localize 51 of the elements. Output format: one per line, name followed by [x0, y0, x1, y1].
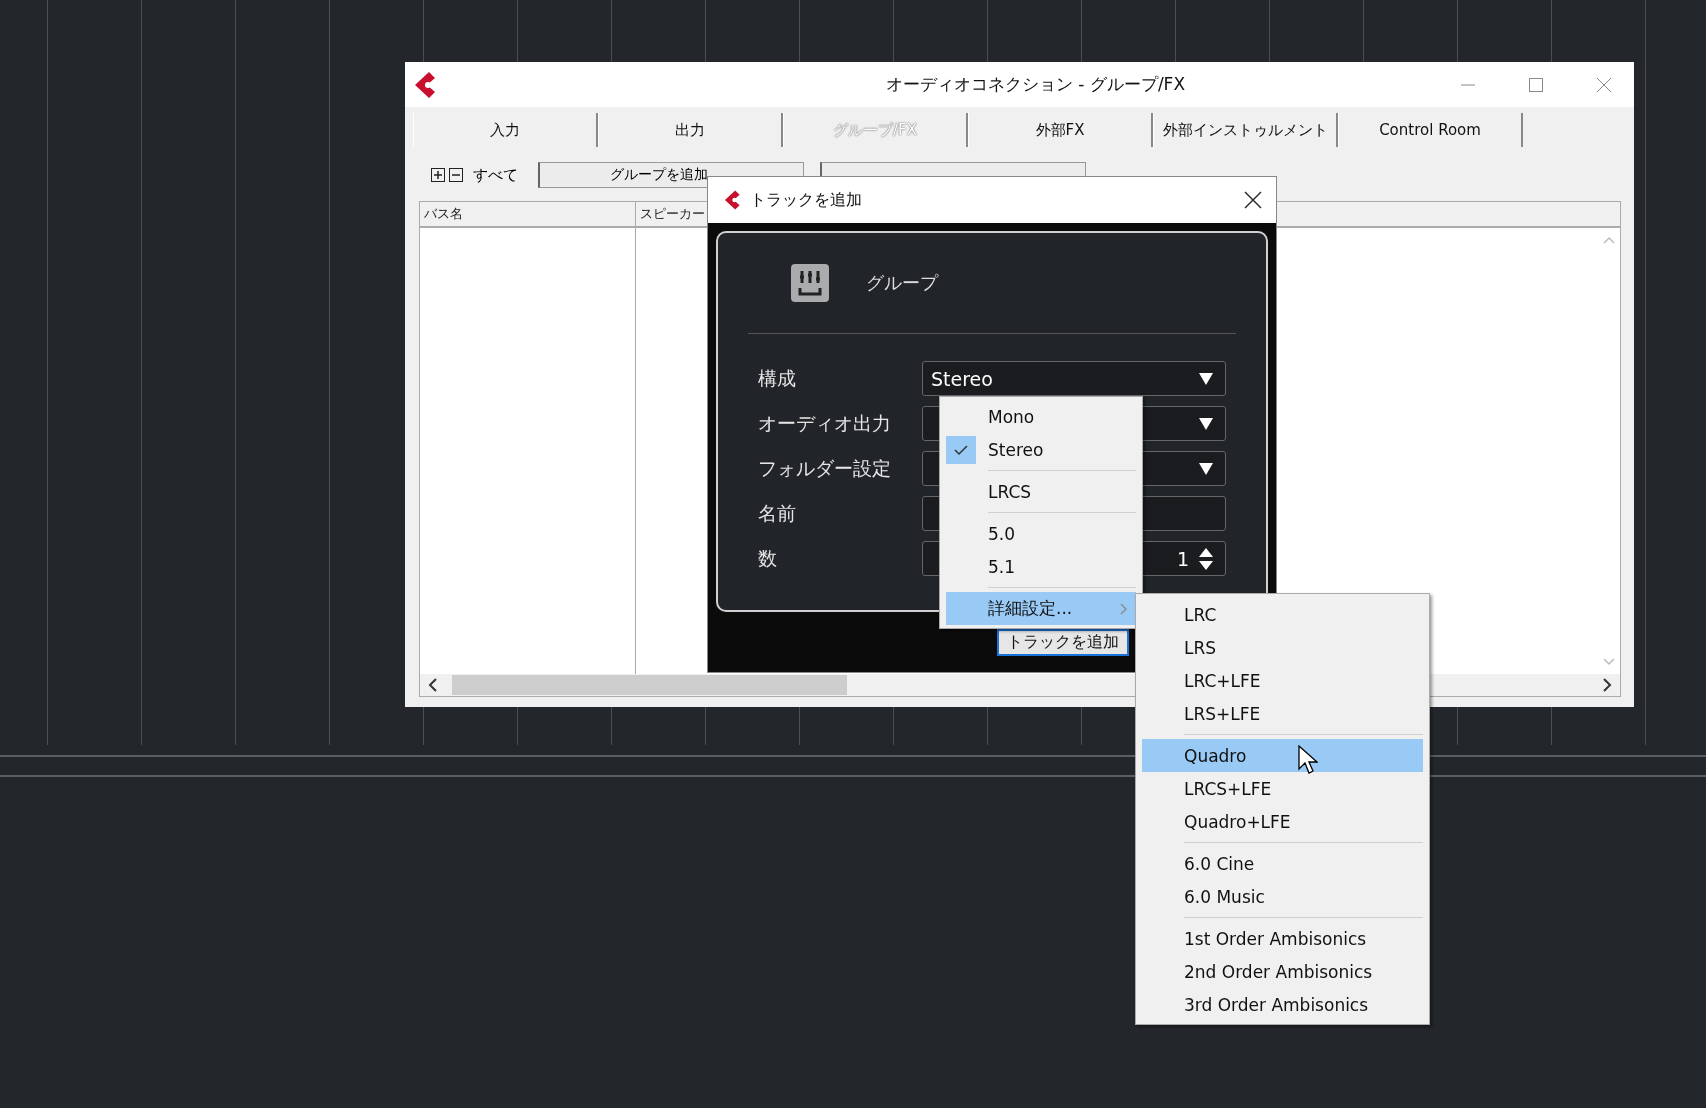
dialog-title: トラックを追加 [750, 189, 862, 211]
menu-item[interactable]: Stereo [946, 433, 1136, 466]
scroll-down-icon[interactable] [1603, 658, 1615, 666]
menu-item[interactable]: 3rd Order Ambisonics [1142, 988, 1423, 1021]
menu-item[interactable]: LRCS [946, 475, 1136, 508]
menu-item[interactable]: 2nd Order Ambisonics [1142, 955, 1423, 988]
field-label: 数 [757, 545, 778, 571]
expand-all-icon[interactable] [431, 168, 445, 182]
mixer-icon [791, 264, 829, 302]
tab[interactable]: 入力 [413, 113, 598, 147]
maximize-icon[interactable] [1528, 76, 1544, 93]
menu-item[interactable]: 1st Order Ambisonics [1142, 922, 1423, 955]
column-header[interactable]: バス名 [420, 202, 636, 226]
all-label: すべて [473, 165, 518, 185]
menu-item[interactable]: Mono [946, 400, 1136, 433]
field-label: 名前 [757, 500, 797, 526]
menu-item[interactable]: 詳細設定... [946, 592, 1136, 625]
field-label: オーディオ出力 [757, 410, 892, 436]
menu-item[interactable]: LRS+LFE [1142, 697, 1423, 730]
caret-icon [1199, 372, 1213, 385]
scroll-right-icon[interactable] [1602, 678, 1612, 692]
menu-item[interactable]: LRC+LFE [1142, 664, 1423, 697]
menu-item[interactable]: LRS [1142, 631, 1423, 664]
menu-item[interactable]: 6.0 Music [1142, 880, 1423, 913]
spinner-arrows-icon[interactable] [1199, 546, 1213, 571]
track-type-label: グループ [866, 271, 938, 295]
tab[interactable]: 出力 [598, 113, 783, 147]
close-icon[interactable] [1244, 191, 1262, 209]
caret-icon [1199, 462, 1213, 475]
menu-item[interactable]: 6.0 Cine [1142, 847, 1423, 880]
menu-item[interactable]: LRCS+LFE [1142, 772, 1423, 805]
tab[interactable]: Control Room [1338, 113, 1523, 147]
collapse-all-icon[interactable] [449, 168, 463, 182]
caret-icon [1199, 417, 1213, 430]
add-track-button[interactable]: トラックを追加 [997, 629, 1129, 656]
column-header[interactable]: スピーカー [636, 202, 709, 226]
menu-item[interactable]: Quadro [1142, 739, 1423, 772]
tab[interactable]: 外部インストゥルメント [1153, 113, 1338, 147]
field-label: 構成 [757, 365, 797, 391]
scroll-left-icon[interactable] [428, 678, 438, 692]
dropdown[interactable]: Stereo [922, 361, 1226, 396]
menu-item[interactable]: Quadro+LFE [1142, 805, 1423, 838]
tab[interactable]: 外部FX [968, 113, 1153, 147]
scroll-up-icon[interactable] [1603, 236, 1615, 244]
menu-item[interactable]: 5.0 [946, 517, 1136, 550]
window-title: オーディオコネクション - グループ/FX [884, 73, 1187, 96]
mouse-pointer-icon [1298, 745, 1318, 775]
chevron-right-icon [1120, 602, 1128, 615]
menu-item[interactable]: LRC [1142, 598, 1423, 631]
menu-item[interactable]: 5.1 [946, 550, 1136, 583]
field-label: フォルダー設定 [757, 455, 892, 481]
